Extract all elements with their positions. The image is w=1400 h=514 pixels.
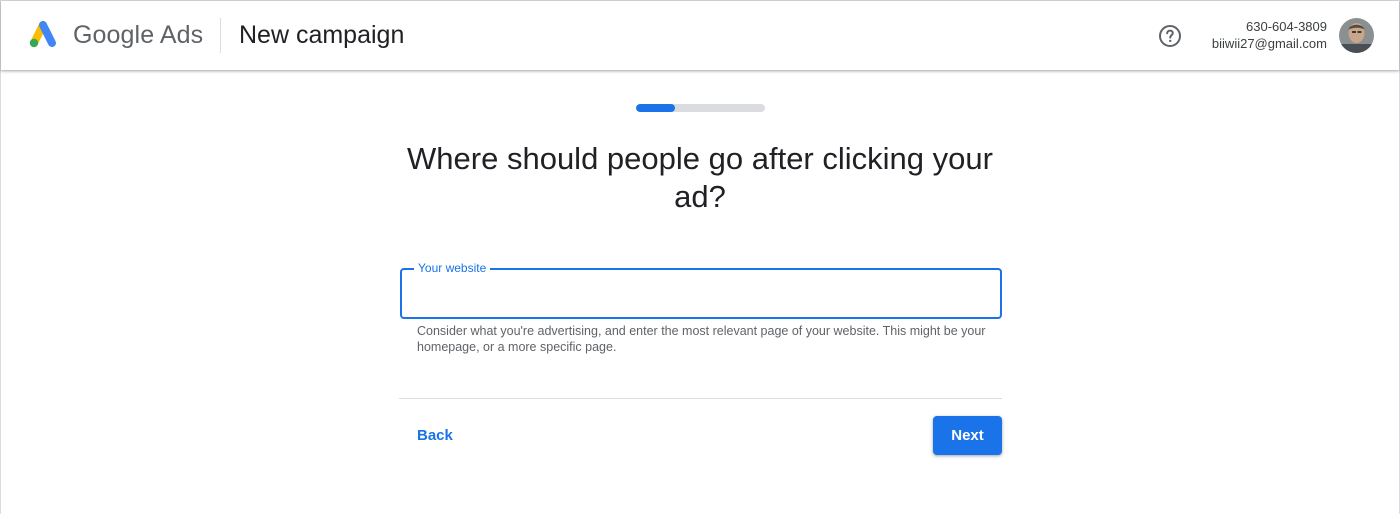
page: Google Ads New campaign 630-604-3809 bii… xyxy=(0,0,1400,514)
page-title: New campaign xyxy=(239,21,405,49)
google-ads-logo-icon[interactable] xyxy=(27,19,59,49)
setup-progress-fill xyxy=(636,104,675,112)
avatar[interactable] xyxy=(1339,18,1374,53)
account-phone: 630-604-3809 xyxy=(1246,19,1327,34)
website-field[interactable]: Your website xyxy=(400,261,1002,319)
back-button[interactable]: Back xyxy=(405,419,465,453)
next-button[interactable]: Next xyxy=(933,416,1002,455)
help-circle-icon[interactable] xyxy=(1158,24,1182,48)
account-info[interactable]: 630-604-3809 biiwii27@gmail.com xyxy=(1212,19,1327,52)
brand-name: Google Ads xyxy=(73,21,204,49)
header-divider xyxy=(220,18,221,53)
website-input[interactable] xyxy=(416,282,986,306)
website-field-label: Your website xyxy=(414,261,491,275)
account-email: biiwii27@gmail.com xyxy=(1211,36,1327,51)
actions-divider xyxy=(399,398,1002,399)
setup-progress-bar xyxy=(636,104,765,112)
top-app-bar: Google Ads New campaign 630-604-3809 bii… xyxy=(1,1,1399,70)
website-helper-text: Consider what you're advertising, and en… xyxy=(417,324,986,354)
step-question-heading: Where should people go after clicking yo… xyxy=(407,141,993,214)
